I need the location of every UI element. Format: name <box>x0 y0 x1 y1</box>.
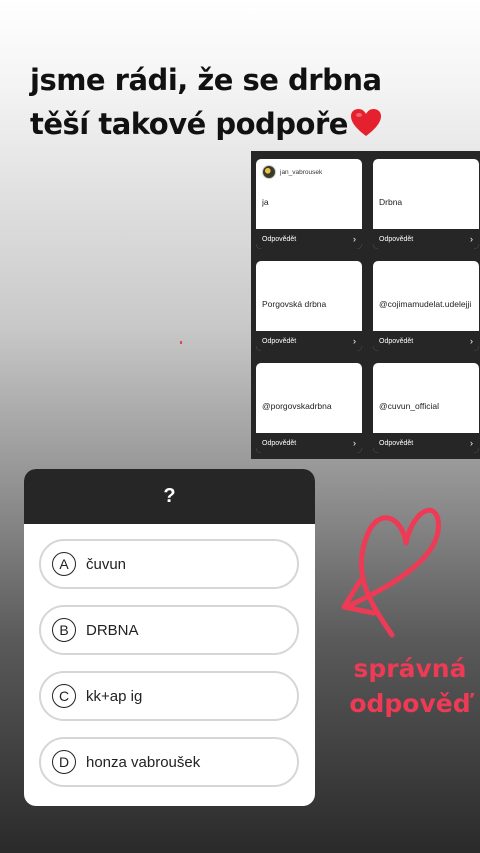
reply-footer[interactable]: Odpovědět › <box>373 433 479 453</box>
story-headline: jsme rádi, že se drbna těší takové podpo… <box>30 58 450 150</box>
quiz-option-b[interactable]: B DRBNA <box>39 605 299 655</box>
reply-card[interactable]: jan_vabrousek ja Odpovědět › <box>256 159 362 249</box>
question-replies-grid: jan_vabrousek ja Odpovědět › Drbna Odpov… <box>251 151 480 459</box>
option-letter: D <box>52 750 76 774</box>
reply-text: Porgovská drbna <box>262 299 327 309</box>
reply-footer[interactable]: Odpovědět › <box>256 433 362 453</box>
reply-button-label: Odpovědět <box>379 337 414 345</box>
option-label: kk+ap ig <box>86 687 143 705</box>
quiz-option-d[interactable]: D honza vabroušek <box>39 737 299 787</box>
reply-button-label: Odpovědět <box>379 439 414 447</box>
headline-line-2: těší takové podpoře <box>30 107 348 141</box>
reply-text: @porgovskadrbna <box>262 401 332 411</box>
reply-footer[interactable]: Odpovědět › <box>373 331 479 351</box>
reply-text: ja <box>262 197 269 207</box>
red-heart-icon <box>350 106 382 150</box>
quiz-option-a[interactable]: A čuvun <box>39 539 299 589</box>
reply-card[interactable]: @porgovskadrbna Odpovědět › <box>256 363 362 453</box>
reply-button-label: Odpovědět <box>379 235 414 243</box>
reply-card[interactable]: Porgovská drbna Odpovědět › <box>256 261 362 351</box>
chevron-right-icon: › <box>353 438 356 448</box>
chevron-right-icon: › <box>470 234 473 244</box>
chevron-right-icon: › <box>353 336 356 346</box>
heart-arrow-doodle-icon <box>341 507 441 638</box>
chevron-right-icon: › <box>353 234 356 244</box>
red-dot-decoration <box>180 341 182 344</box>
quiz-option-c[interactable]: C kk+ap ig <box>39 671 299 721</box>
correct-answer-annotation: správná odpověď <box>345 651 475 721</box>
reply-card[interactable]: Drbna Odpovědět › <box>373 159 479 249</box>
chevron-right-icon: › <box>470 438 473 448</box>
quiz-question: ? <box>24 469 315 524</box>
reply-button-label: Odpovědět <box>262 337 297 345</box>
option-letter: A <box>52 552 76 576</box>
quiz-sticker: ? A čuvun B DRBNA C kk+ap ig D honza vab… <box>24 469 315 806</box>
avatar <box>262 165 276 179</box>
reply-text: Drbna <box>379 197 403 207</box>
reply-text: @cojimamudelat.udelejji <box>379 299 472 309</box>
reply-card[interactable]: @cuvun_official Odpovědět › <box>373 363 479 453</box>
reply-user: jan_vabrousek <box>262 165 322 179</box>
reply-text: @cuvun_official <box>379 401 439 411</box>
option-label: čuvun <box>86 555 127 573</box>
reply-footer[interactable]: Odpovědět › <box>256 229 362 249</box>
reply-card[interactable]: @cojimamudelat.udelejji Odpovědět › <box>373 261 479 351</box>
option-label: DRBNA <box>86 621 139 639</box>
reply-button-label: Odpovědět <box>262 439 297 447</box>
reply-username: jan_vabrousek <box>280 168 323 176</box>
annotation-line-1: správná <box>353 654 467 683</box>
headline-line-1: jsme rádi, že se drbna <box>30 63 382 97</box>
reply-footer[interactable]: Odpovědět › <box>373 229 479 249</box>
option-label: honza vabroušek <box>86 753 201 771</box>
reply-footer[interactable]: Odpovědět › <box>256 331 362 351</box>
option-letter: C <box>52 684 76 708</box>
option-letter: B <box>52 618 76 642</box>
annotation-line-2: odpověď <box>349 689 471 718</box>
chevron-right-icon: › <box>470 336 473 346</box>
reply-button-label: Odpovědět <box>262 235 297 243</box>
